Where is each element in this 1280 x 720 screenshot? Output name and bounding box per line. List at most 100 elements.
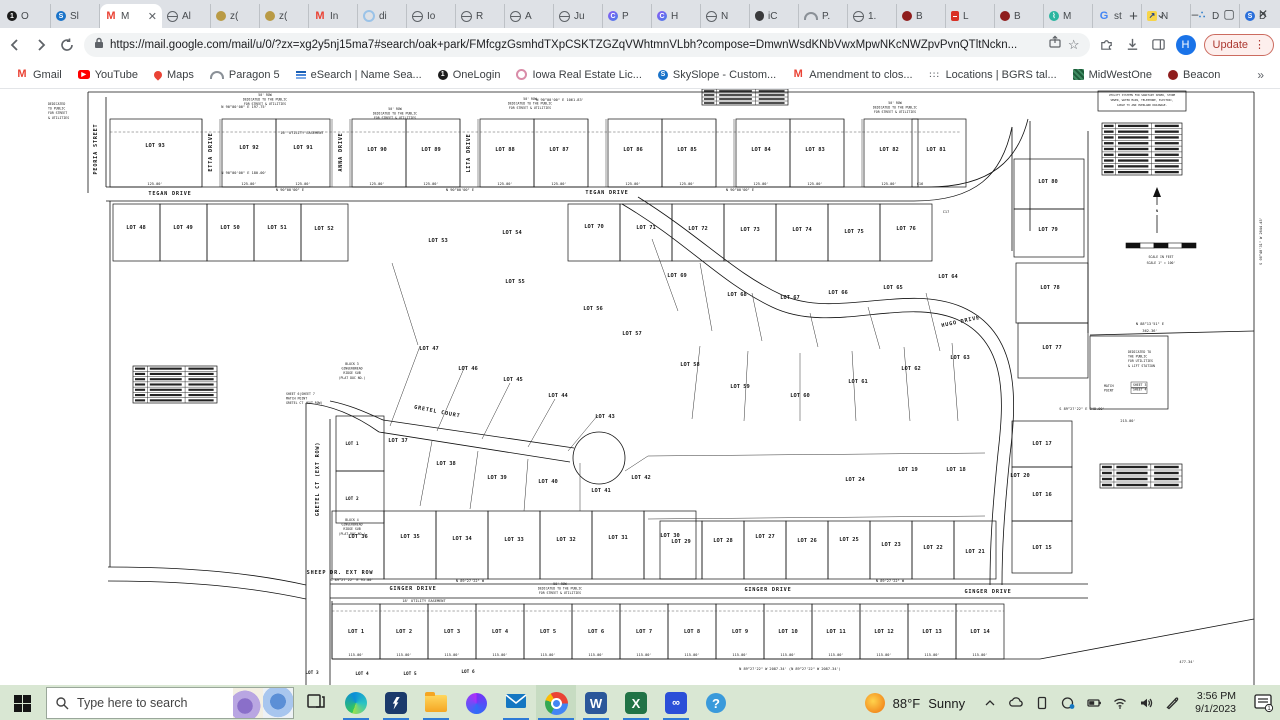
tab-search-icon[interactable]: ⌄ [1144,0,1178,28]
tab-label: H [671,11,678,22]
tab-label: Io [427,11,435,22]
close-button[interactable]: ✕ [1246,0,1280,28]
bookmark-beacon[interactable]: Beacon [1162,66,1226,84]
taskbar-app-microsoft-365[interactable] [456,685,496,720]
browser-tab-21[interactable]: B [995,4,1044,28]
circle-purple-c-icon: C [657,11,667,21]
taskbar-app-task-view[interactable] [296,685,336,720]
update-button[interactable]: Update ⋮ [1204,34,1274,56]
map-text: LOT 70 [584,224,603,230]
minimize-button[interactable]: – [1178,0,1212,28]
browser-tab-15[interactable]: N [701,4,750,28]
browser-tab-11[interactable]: A [505,4,554,28]
edge-badge-icon[interactable] [1055,685,1081,720]
bookmark-paragon-5[interactable]: Paragon 5 [204,66,286,84]
bookmark-star-icon[interactable]: ☆ [1068,37,1080,53]
bookmark-maps[interactable]: Maps [148,66,200,84]
reload-button[interactable] [58,36,76,54]
browser-tab-7[interactable]: MIn [309,4,358,28]
browser-tab-16[interactable]: iC [750,4,799,28]
circle-red-icon [902,11,912,21]
back-button[interactable] [6,36,24,54]
browser-tab-12[interactable]: Ju [554,4,603,28]
plat-map-drawing[interactable]: UTILITY SYSTEMS FOR SANITARY SEWER, STOR… [0,89,1280,685]
page-content-plat-map[interactable]: UTILITY SYSTEMS FOR SANITARY SEWER, STOR… [0,89,1280,685]
map-text: S 00°48'31" W 2644.45' [1259,217,1263,265]
map-text: LOT 46 [458,366,477,372]
tab-label: B [1014,11,1021,22]
chevron-up-icon[interactable] [977,685,1003,720]
taskbar-app-chrome[interactable] [536,685,576,720]
taskbar-app-excel[interactable]: X [616,685,656,720]
browser-tab-19[interactable]: B [897,4,946,28]
browser-tab-5[interactable]: z( [211,4,260,28]
volume-icon[interactable] [1133,685,1159,720]
forward-button[interactable] [32,36,50,54]
bookmark-gmail[interactable]: MGmail [10,66,68,84]
excel-icon: X [625,692,647,714]
download-icon[interactable] [1124,36,1142,54]
address-bar[interactable]: https://mail.google.com/mail/u/0/?zx=xg2… [84,33,1090,57]
bookmarks-overflow-button[interactable]: » [1251,68,1270,82]
lock-icon [94,36,104,54]
browser-tab-10[interactable]: R [456,4,505,28]
browser-menu-icon[interactable]: ⋮ [1254,38,1265,51]
bookmark-skyslope-custom[interactable]: SSkySlope - Custom... [652,66,782,84]
taskbar-app-file-explorer[interactable] [416,685,456,720]
map-text: & UTILITIES [48,116,69,120]
taskbar-app-get-help[interactable]: ? [696,685,736,720]
taskbar-clock[interactable]: 3:56 PM 9/1/2023 [1187,690,1244,716]
browser-tab-9[interactable]: Io [407,4,456,28]
goggles-icon: ∞ [665,692,687,714]
bookmark-iowa-real-estate-lic[interactable]: Iowa Real Estate Lic... [510,66,647,84]
browser-tab-14[interactable]: CH [652,4,701,28]
bookmark-locations-bgrs-tal[interactable]: :::Locations | BGRS tal... [923,66,1063,84]
browser-tab-8[interactable]: di [358,4,407,28]
taskbar-app-blue-app[interactable] [376,685,416,720]
browser-tab-1[interactable]: 1O [2,4,51,28]
cloud-icon[interactable] [1003,685,1029,720]
map-text: LOT 25 [839,537,858,543]
phone-icon[interactable] [1029,685,1055,720]
search-highlight-image[interactable] [233,688,293,718]
tab-close-icon[interactable]: ✕ [148,10,157,23]
bookmark-onelogin[interactable]: 1OneLogin [432,66,507,84]
pen-icon[interactable] [1159,685,1185,720]
new-tab-button[interactable]: + [1123,4,1144,28]
map-text: LOT 15 [1032,545,1051,551]
map-text: S 89°27'22" E 95.00' [330,578,373,582]
taskbar-weather[interactable]: 88°F Sunny [855,693,975,713]
browser-tab-22[interactable]: ⌇M [1044,4,1093,28]
taskbar-app-edge[interactable] [336,685,376,720]
bookmark-label: Locations | BGRS tal... [946,69,1057,81]
battery-icon[interactable] [1081,685,1107,720]
browser-tab-6[interactable]: z( [260,4,309,28]
browser-tab-13[interactable]: CP [603,4,652,28]
tab-label: M [1063,11,1071,22]
start-button[interactable] [0,685,44,720]
map-text: LOT 6 [588,629,604,635]
taskbar-app-meeting-app[interactable]: ∞ [656,685,696,720]
map-text: LOT 52 [314,226,333,232]
bookmark-amendment-to-clos[interactable]: MAmendment to clos... [786,66,918,84]
share-icon[interactable] [1048,35,1062,54]
bookmark-youtube[interactable]: ▶YouTube [72,66,144,84]
bookmark-midwestone[interactable]: MidWestOne [1067,66,1158,84]
flower-ring-icon [516,69,527,80]
browser-tab-17[interactable]: P. [799,4,848,28]
browser-tab-20[interactable]: L [946,4,995,28]
taskbar-app-word[interactable]: W [576,685,616,720]
wifi-icon[interactable] [1107,685,1133,720]
browser-tab-2[interactable]: SSl [51,4,100,28]
notification-center-button[interactable]: 1 [1246,685,1280,720]
taskbar-app-mail[interactable] [496,685,536,720]
taskbar-search-box[interactable]: Type here to search [46,687,294,719]
browser-tab-4[interactable]: Al [162,4,211,28]
extensions-icon[interactable] [1098,36,1116,54]
browser-tab-3[interactable]: MM✕ [100,4,162,28]
side-panel-icon[interactable] [1150,36,1168,54]
maximize-button[interactable]: ▢ [1212,0,1246,28]
bookmark-esearch-name-sea[interactable]: eSearch | Name Sea... [290,66,428,84]
profile-avatar[interactable]: H [1176,35,1196,55]
browser-tab-18[interactable]: 1. [848,4,897,28]
